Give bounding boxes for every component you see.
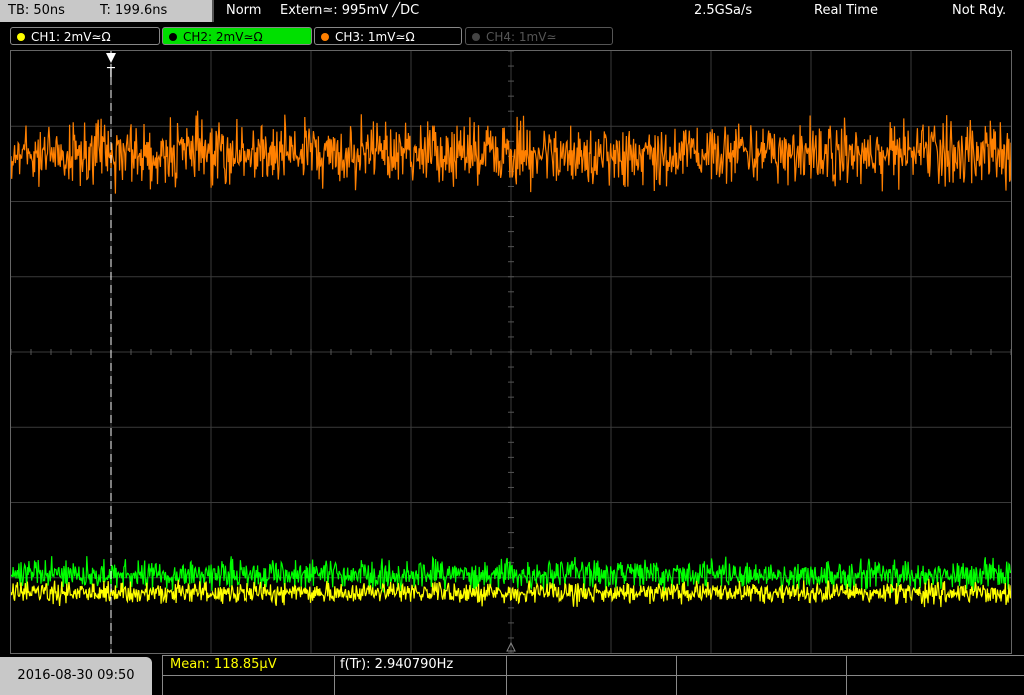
waveform-canvas: T bbox=[11, 51, 1011, 653]
trigger-label: T bbox=[106, 66, 115, 81]
acq-mode-label[interactable]: Norm bbox=[226, 0, 261, 22]
timebase-box[interactable]: TB: 50ns T: 199.6ns bbox=[0, 0, 214, 22]
channel-tab-ch3[interactable]: CH3: 1mV≃Ω bbox=[314, 27, 462, 45]
ch1-indicator-icon bbox=[17, 33, 25, 41]
trigger-source-label[interactable]: Extern≃: 995mV ╱DC bbox=[280, 0, 419, 22]
channel-tab-ch2[interactable]: CH2: 2mV≃Ω bbox=[162, 27, 312, 45]
date-time-label: 2016-08-30 09:50 bbox=[0, 657, 152, 695]
ch4-indicator-icon bbox=[472, 33, 480, 41]
ch4-label: CH4: 1mV≃ bbox=[486, 30, 557, 44]
ch3-label: CH3: 1mV≃Ω bbox=[335, 30, 415, 44]
sample-rate-label: 2.5GSa/s bbox=[694, 3, 753, 18]
ch2-label: CH2: 2mV≃Ω bbox=[183, 30, 263, 44]
acq-type-label: Real Time bbox=[814, 3, 878, 18]
frequency-measurement[interactable]: f(Tr): 2.940790Hz bbox=[340, 655, 453, 675]
ch3-indicator-icon bbox=[321, 33, 329, 41]
channel-bar: CH1: 2mV≃Ω CH2: 2mV≃Ω CH3: 1mV≃Ω CH4: 1m… bbox=[0, 26, 1024, 48]
mean-measurement[interactable]: Mean: 118.85µV bbox=[170, 655, 277, 675]
channel-tab-ch1[interactable]: CH1: 2mV≃Ω bbox=[10, 27, 160, 45]
ch2-indicator-icon bbox=[169, 33, 177, 41]
waveform-display[interactable]: T bbox=[10, 50, 1012, 654]
top-status-bar: TB: 50ns T: 199.6ns Norm Extern≃: 995mV … bbox=[0, 0, 1024, 25]
trigger-time-label: T: 199.6ns bbox=[100, 3, 168, 18]
trigger-state-label: Not Rdy. bbox=[952, 3, 1007, 18]
ch1-label: CH1: 2mV≃Ω bbox=[31, 30, 111, 44]
trigger-marker-icon bbox=[106, 53, 116, 63]
timebase-label: TB: 50ns bbox=[8, 3, 65, 18]
channel-tab-ch4[interactable]: CH4: 1mV≃ bbox=[465, 27, 613, 45]
bottom-bar: 2016-08-30 09:50 Mean: 118.85µV f(Tr): 2… bbox=[0, 655, 1024, 695]
